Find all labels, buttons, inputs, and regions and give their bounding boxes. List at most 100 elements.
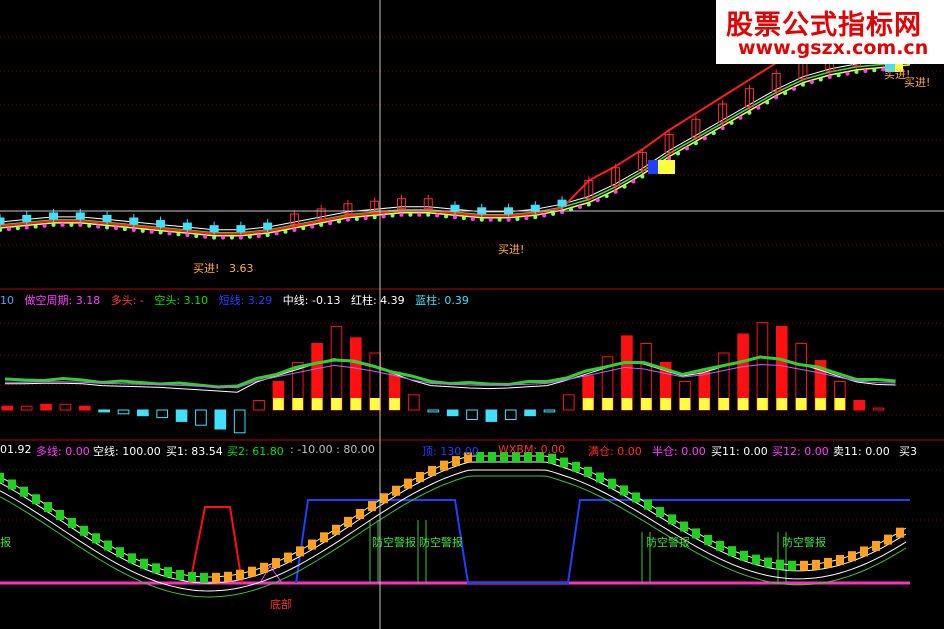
osc-marker xyxy=(728,546,736,557)
dot-mark xyxy=(51,222,56,227)
dot-mark xyxy=(738,115,743,120)
osc-marker xyxy=(788,560,796,571)
osc-marker xyxy=(176,570,184,581)
dot-mark xyxy=(774,95,779,100)
yellow-bar xyxy=(350,398,362,410)
dot-mark xyxy=(461,216,466,221)
osc-marker xyxy=(368,501,376,512)
osc-marker xyxy=(680,521,688,532)
dot-mark xyxy=(506,217,511,222)
dot-mark xyxy=(872,68,877,73)
dot-mark xyxy=(577,205,582,210)
dot-mark xyxy=(827,75,832,79)
signal-label: 买进! xyxy=(904,76,931,89)
osc-marker xyxy=(620,485,628,496)
yellow-bar xyxy=(737,398,749,410)
macd-bar xyxy=(40,403,52,411)
signal-label: 买进! xyxy=(498,243,525,256)
dot-mark xyxy=(328,221,333,226)
osc-marker xyxy=(824,557,832,568)
dot-mark xyxy=(167,231,172,236)
legend-item: 买2: 61.80 xyxy=(227,445,284,457)
legend-item: 红柱: 4.39 xyxy=(350,294,405,307)
yellow-bar xyxy=(311,398,323,410)
dot-mark xyxy=(854,69,859,74)
osc-marker xyxy=(380,493,388,504)
dot-mark xyxy=(524,216,529,221)
dot-mark xyxy=(185,233,190,238)
macd-bar xyxy=(485,409,498,422)
osc-marker xyxy=(404,478,412,489)
yellow-bar xyxy=(679,398,691,410)
macd-bar xyxy=(446,409,459,417)
dot-mark xyxy=(131,228,136,232)
osc-marker xyxy=(260,562,268,573)
legend-item: 买12: 0.00 xyxy=(772,445,829,457)
dot-mark xyxy=(497,217,502,222)
macd-bar xyxy=(756,322,769,411)
yellow-bar xyxy=(757,398,768,410)
dot-mark xyxy=(87,223,92,228)
legend-item: 空线: 100.00 xyxy=(93,445,161,457)
dot-mark xyxy=(345,217,350,222)
dot-mark xyxy=(363,216,368,221)
dot-mark xyxy=(372,215,377,220)
dot-mark xyxy=(60,222,65,227)
dot-mark xyxy=(488,217,493,222)
dot-mark xyxy=(693,141,698,146)
osc-marker xyxy=(152,563,160,574)
osc-marker xyxy=(416,471,424,482)
dot-mark xyxy=(747,110,752,115)
alarm-label: 防空警报 xyxy=(372,536,416,549)
legend-item: 买1: 83.54 xyxy=(166,445,223,457)
dot-mark xyxy=(265,233,270,238)
osc-marker xyxy=(872,540,880,551)
macd-bar xyxy=(562,394,575,411)
osc-marker xyxy=(236,569,244,580)
osc-marker xyxy=(740,550,748,561)
legend-item: 买11: 0.00 xyxy=(711,445,768,457)
yellow-bar xyxy=(776,398,788,410)
osc-marker xyxy=(104,540,112,551)
dot-mark xyxy=(765,100,770,105)
dot-mark xyxy=(453,215,457,220)
dot-mark xyxy=(105,225,110,230)
legend-item: 01.92 xyxy=(0,443,32,456)
legend-item: 中线: -0.13 xyxy=(282,294,341,307)
osc-marker xyxy=(68,517,76,528)
dot-mark xyxy=(836,73,841,78)
dot-mark xyxy=(78,222,83,227)
osc-marker xyxy=(452,456,460,467)
yellow-bar xyxy=(640,398,652,410)
price-note: 3.63 xyxy=(229,262,254,275)
dot-mark xyxy=(310,224,315,229)
osc-marker xyxy=(272,558,280,569)
macd-bar xyxy=(853,400,866,411)
macd-panel xyxy=(1,322,896,434)
dot-mark xyxy=(702,136,707,141)
dot-mark xyxy=(444,214,449,219)
dot-mark xyxy=(390,213,395,218)
osc-marker xyxy=(800,560,808,571)
legend-item: : -10.00 : 80.00 xyxy=(290,443,375,456)
signal-block xyxy=(648,160,658,174)
osc-marker xyxy=(812,559,820,570)
dot-mark xyxy=(408,212,413,217)
legend-item: 买3 xyxy=(899,445,917,457)
macd-bar xyxy=(1,405,14,411)
dot-mark xyxy=(203,234,208,239)
dot-mark xyxy=(238,235,243,240)
dot-mark xyxy=(756,105,761,110)
osc-marker xyxy=(704,534,712,545)
dot-mark xyxy=(613,189,618,194)
dot-mark xyxy=(113,226,118,231)
legend-item: 10 xyxy=(0,294,14,307)
dot-mark xyxy=(256,233,261,238)
dot-mark xyxy=(42,223,47,228)
dot-mark xyxy=(783,91,788,96)
dot-mark xyxy=(69,222,74,227)
macd-bar xyxy=(427,409,440,413)
osc-marker xyxy=(248,566,256,577)
dot-mark xyxy=(435,213,440,218)
signal-block xyxy=(665,160,675,174)
